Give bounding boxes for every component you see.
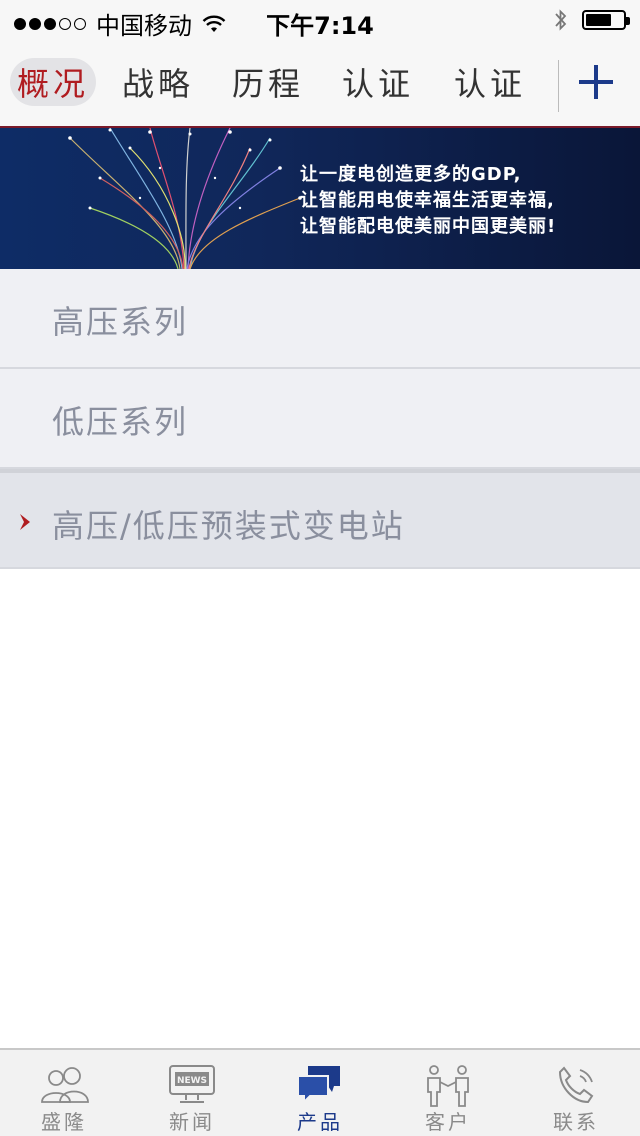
list-item-label: 低压系列: [52, 403, 189, 441]
banner-line-3: 让智能配电使美丽中国更美丽!: [300, 216, 557, 237]
status-right: [554, 8, 630, 32]
tab-strategy[interactable]: 战略: [118, 58, 198, 106]
bottom-tab-bar: 盛隆 NEWS 新闻 产品 客户 联系: [0, 1048, 640, 1136]
tab-certification-2[interactable]: 认证: [450, 58, 530, 106]
list-item-low-voltage[interactable]: 低压系列: [0, 369, 640, 469]
status-bar: 中国移动 下午7:14: [0, 0, 640, 40]
product-category-list: 高压系列 低压系列 高压/低压预装式变电站: [0, 269, 640, 569]
tab-divider: [558, 60, 559, 112]
banner-line-2: 让智能用电使幸福生活更幸福,: [300, 190, 555, 211]
phone-icon: [558, 1066, 594, 1104]
bottom-tab-label: 盛隆: [41, 1110, 87, 1134]
chevron-right-icon: [20, 514, 30, 530]
list-item-high-voltage[interactable]: 高压系列: [0, 269, 640, 369]
banner-line-1: 让一度电创造更多的GDP,: [300, 164, 522, 185]
top-tab-bar: 概况 战略 历程 认证 认证: [0, 40, 640, 128]
bottom-tab-customers[interactable]: 客户: [384, 1050, 512, 1136]
bottom-tab-news[interactable]: NEWS 新闻: [128, 1050, 256, 1136]
status-time: 下午7:14: [266, 12, 374, 40]
tab-history[interactable]: 历程: [228, 58, 308, 106]
promo-banner: 让一度电创造更多的GDP, 让智能用电使幸福生活更幸福, 让智能配电使美丽中国更…: [0, 128, 640, 269]
bottom-tab-label: 产品: [297, 1110, 343, 1134]
users-icon: [41, 1067, 89, 1103]
list-item-label: 高压/低压预装式变电站: [52, 507, 405, 545]
tab-overview[interactable]: 概况: [10, 58, 96, 106]
list-item-prefab-substation[interactable]: 高压/低压预装式变电站: [0, 469, 640, 569]
bottom-tab-label: 客户: [425, 1110, 471, 1134]
fiber-tree-graphic: [68, 128, 302, 269]
add-tab-button[interactable]: [576, 62, 616, 102]
tab-certification[interactable]: 认证: [338, 58, 418, 106]
news-icon: NEWS: [169, 1065, 215, 1103]
battery-icon: [582, 10, 630, 30]
svg-text:NEWS: NEWS: [177, 1076, 207, 1086]
bluetooth-icon: [555, 9, 567, 31]
bottom-tab-contact[interactable]: 联系: [512, 1050, 640, 1136]
bottom-tab-label: 联系: [553, 1110, 599, 1134]
chat-bubbles-icon: [297, 1066, 340, 1105]
list-item-label: 高压系列: [52, 303, 189, 341]
bottom-tab-label: 新闻: [169, 1110, 215, 1134]
banner-slogan: 让一度电创造更多的GDP, 让智能用电使幸福生活更幸福, 让智能配电使美丽中国更…: [300, 162, 556, 240]
bottom-tab-products[interactable]: 产品: [256, 1050, 384, 1136]
bottom-tab-shenglong[interactable]: 盛隆: [0, 1050, 128, 1136]
handshake-icon: [427, 1065, 469, 1107]
